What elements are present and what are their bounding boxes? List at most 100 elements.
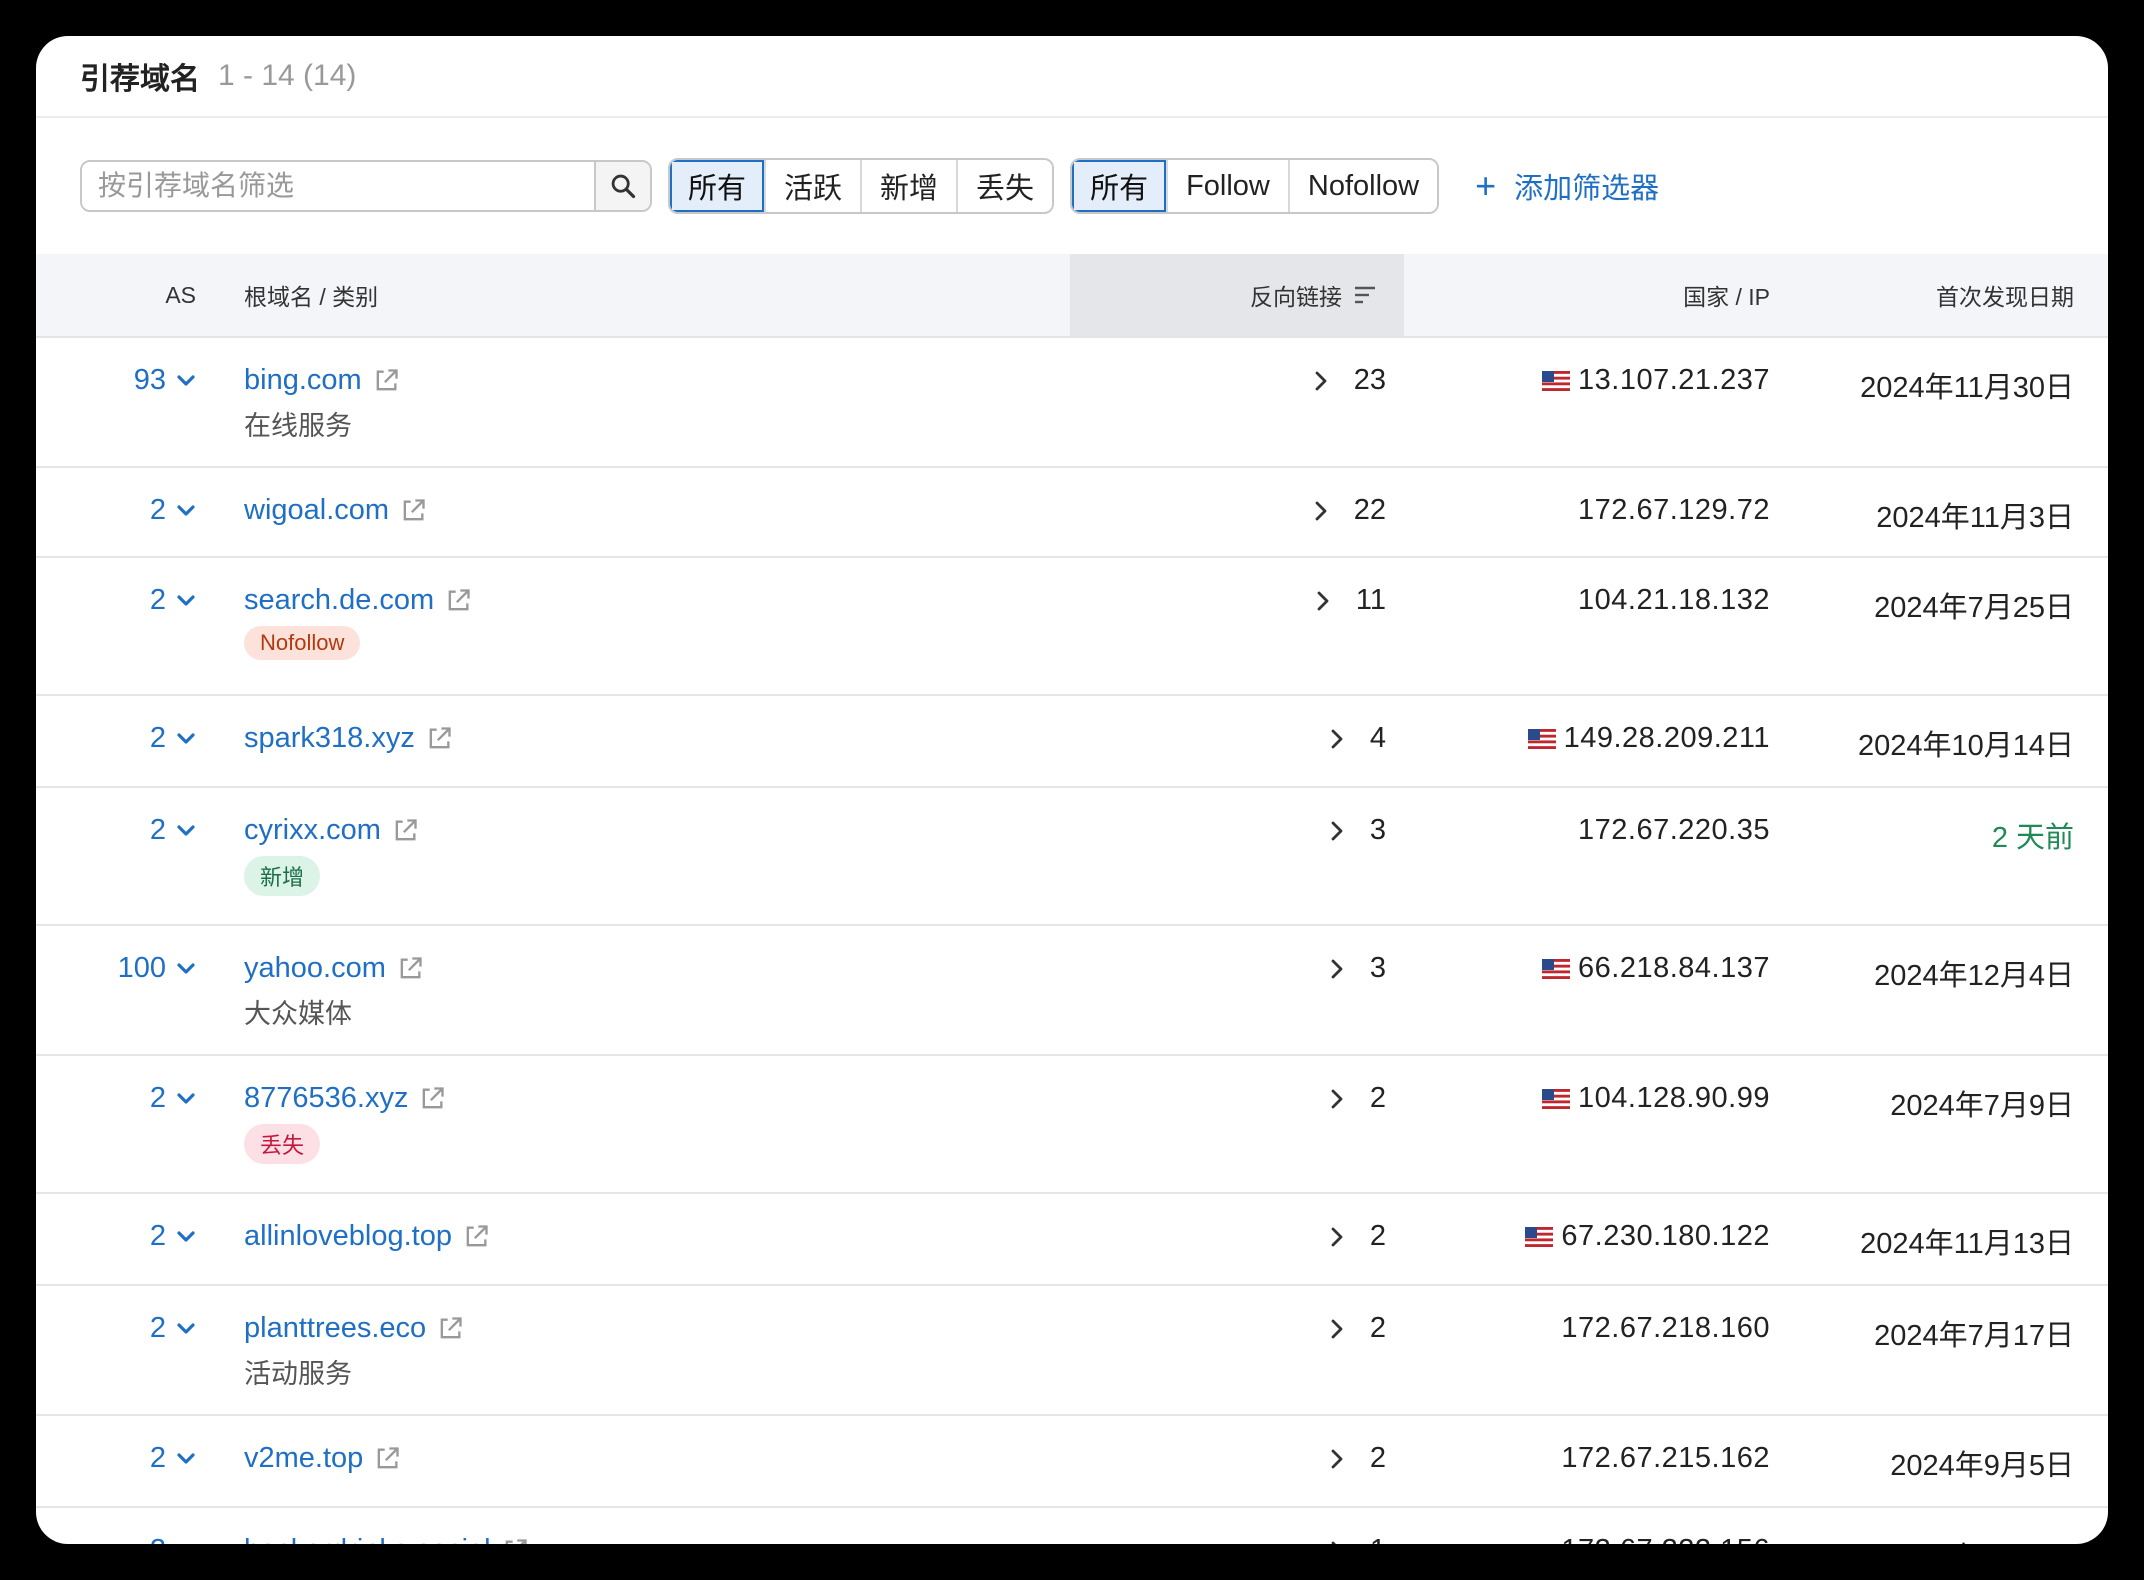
external-link-icon[interactable] [444, 587, 472, 615]
chevron-right-icon[interactable] [1330, 1088, 1344, 1110]
chevron-right-icon[interactable] [1316, 590, 1330, 612]
column-header-first-seen[interactable]: 首次发现日期 [1770, 278, 2074, 312]
external-link-icon[interactable] [436, 1315, 464, 1343]
search-button[interactable] [594, 162, 650, 210]
as-score-toggle[interactable]: 2 [36, 1082, 196, 1115]
as-score-toggle[interactable]: 93 [36, 364, 196, 397]
chevron-right-icon[interactable] [1330, 1226, 1344, 1248]
status-filter-active[interactable]: 活跃 [764, 160, 861, 212]
as-score: 2 [149, 494, 166, 526]
domain-cell: v2me.top [244, 1442, 401, 1475]
first-seen-date: 2024年7月9日 [1890, 1090, 2074, 1122]
backlinks-cell[interactable]: 2 [1070, 1442, 1404, 1475]
as-score: 2 [149, 814, 166, 846]
column-header-as[interactable]: AS [36, 282, 196, 309]
external-link-icon[interactable] [462, 1223, 490, 1251]
chevron-right-icon[interactable] [1330, 820, 1344, 842]
external-link-icon[interactable] [399, 497, 427, 525]
backlinks-cell[interactable]: 23 [1070, 364, 1404, 397]
backlinks-cell[interactable]: 2 [1070, 1220, 1404, 1253]
as-score-toggle[interactable]: 2 [36, 1442, 196, 1475]
status-filter-group: 所有 活跃 新增 丢失 [668, 158, 1055, 214]
country-ip-cell: 172.67.218.160 [1404, 1312, 1770, 1345]
domain-search-input[interactable] [82, 162, 594, 210]
as-score-toggle[interactable]: 100 [36, 952, 196, 985]
us-flag-icon [1542, 958, 1571, 979]
ip-address: 104.128.90.99 [1578, 1082, 1770, 1114]
table-row: 100 yahoo.com 大众媒体 3 66.218.84.137 2024年12月4日 [36, 926, 2108, 1056]
status-filter-all[interactable]: 所有 [670, 160, 765, 212]
external-link-icon[interactable] [396, 955, 424, 983]
chevron-right-icon[interactable] [1314, 500, 1328, 522]
chevron-down-icon [177, 1322, 195, 1334]
as-score-toggle[interactable]: 2 [36, 584, 196, 617]
external-link-icon[interactable] [425, 725, 453, 753]
backlinks-count: 23 [1353, 364, 1386, 396]
backlinks-cell[interactable]: 22 [1070, 494, 1404, 527]
country-ip-cell: 104.128.90.99 [1404, 1082, 1770, 1115]
as-score-toggle[interactable]: 2 [36, 814, 196, 847]
column-header-country-ip[interactable]: 国家 / IP [1404, 278, 1770, 312]
us-flag-icon [1542, 1088, 1571, 1109]
external-link-icon[interactable] [418, 1085, 446, 1113]
as-score: 2 [149, 1082, 166, 1114]
domain-link[interactable]: bing.com [244, 364, 362, 397]
backlinks-cell[interactable]: 2 [1070, 1082, 1404, 1115]
as-score: 2 [149, 1312, 166, 1344]
table-row: 2 wigoal.com 22 172.67.129.72 2024年11月3日 [36, 468, 2108, 558]
column-header-backlinks[interactable]: 反向链接 [1070, 278, 1404, 312]
backlinks-cell[interactable]: 2 [1070, 1312, 1404, 1345]
domain-link[interactable]: v2me.top [244, 1442, 363, 1475]
chevron-down-icon [177, 824, 195, 836]
link-filter-follow[interactable]: Follow [1166, 160, 1288, 212]
table-body: 93 bing.com 在线服务 23 13.107.21.237 2024年11月30日… [36, 338, 2108, 1544]
domain-link[interactable]: cyrixx.com [244, 814, 381, 847]
first-seen-date: 2024年11月30日 [1860, 372, 2074, 404]
chevron-right-icon[interactable] [1330, 1540, 1344, 1545]
chevron-down-icon [177, 1092, 195, 1104]
chevron-right-icon[interactable] [1330, 728, 1344, 750]
external-link-icon[interactable] [373, 1445, 401, 1473]
first-seen-date: 2024年11月13日 [1860, 1228, 2074, 1260]
domain-link[interactable]: search.de.com [244, 584, 434, 617]
backlinks-cell[interactable]: 1 [1070, 1534, 1404, 1544]
column-header-domain[interactable]: 根域名 / 类别 [244, 278, 378, 312]
domain-cell: wigoal.com [244, 494, 427, 527]
domain-cell: 8776536.xyz [244, 1082, 446, 1115]
result-count: 1 - 14 (14) [218, 59, 357, 92]
chevron-right-icon[interactable] [1330, 1318, 1344, 1340]
backlinks-cell[interactable]: 3 [1070, 952, 1404, 985]
status-filter-new[interactable]: 新增 [860, 160, 957, 212]
add-filter-button[interactable]: + 添加筛选器 [1475, 165, 1659, 207]
domain-link[interactable]: spark318.xyz [244, 722, 415, 755]
ip-address: 172.67.220.35 [1578, 814, 1770, 846]
ip-address: 172.67.215.162 [1561, 1442, 1770, 1474]
external-link-icon[interactable] [501, 1537, 529, 1545]
domain-link[interactable]: planttrees.eco [244, 1312, 426, 1345]
external-link-icon[interactable] [391, 817, 419, 845]
as-score-toggle[interactable]: 2 [36, 1220, 196, 1253]
backlinks-cell[interactable]: 4 [1070, 722, 1404, 755]
status-filter-lost[interactable]: 丢失 [956, 160, 1053, 212]
domain-link[interactable]: yahoo.com [244, 952, 386, 985]
as-score-toggle[interactable]: 2 [36, 494, 196, 527]
link-filter-all[interactable]: 所有 [1072, 160, 1167, 212]
backlinks-cell[interactable]: 3 [1070, 814, 1404, 847]
domain-link[interactable]: allinloveblog.top [244, 1220, 452, 1253]
backlinks-count: 3 [1369, 952, 1386, 984]
backlinks-cell[interactable]: 11 [1070, 584, 1404, 617]
external-link-icon[interactable] [372, 367, 400, 395]
chevron-right-icon[interactable] [1330, 1448, 1344, 1470]
chevron-right-icon[interactable] [1330, 958, 1344, 980]
domain-link[interactable]: wigoal.com [244, 494, 389, 527]
link-filter-nofollow[interactable]: Nofollow [1287, 160, 1438, 212]
as-score: 2 [149, 1220, 166, 1252]
backlinks-count: 11 [1355, 584, 1386, 616]
domain-link[interactable]: hackerdrinks.social [244, 1534, 491, 1544]
ip-address: 172.67.218.160 [1561, 1312, 1770, 1344]
as-score-toggle[interactable]: 2 [36, 1312, 196, 1345]
chevron-right-icon[interactable] [1314, 370, 1328, 392]
domain-link[interactable]: 8776536.xyz [244, 1082, 408, 1115]
as-score-toggle[interactable]: 2 [36, 1534, 196, 1544]
as-score-toggle[interactable]: 2 [36, 722, 196, 755]
